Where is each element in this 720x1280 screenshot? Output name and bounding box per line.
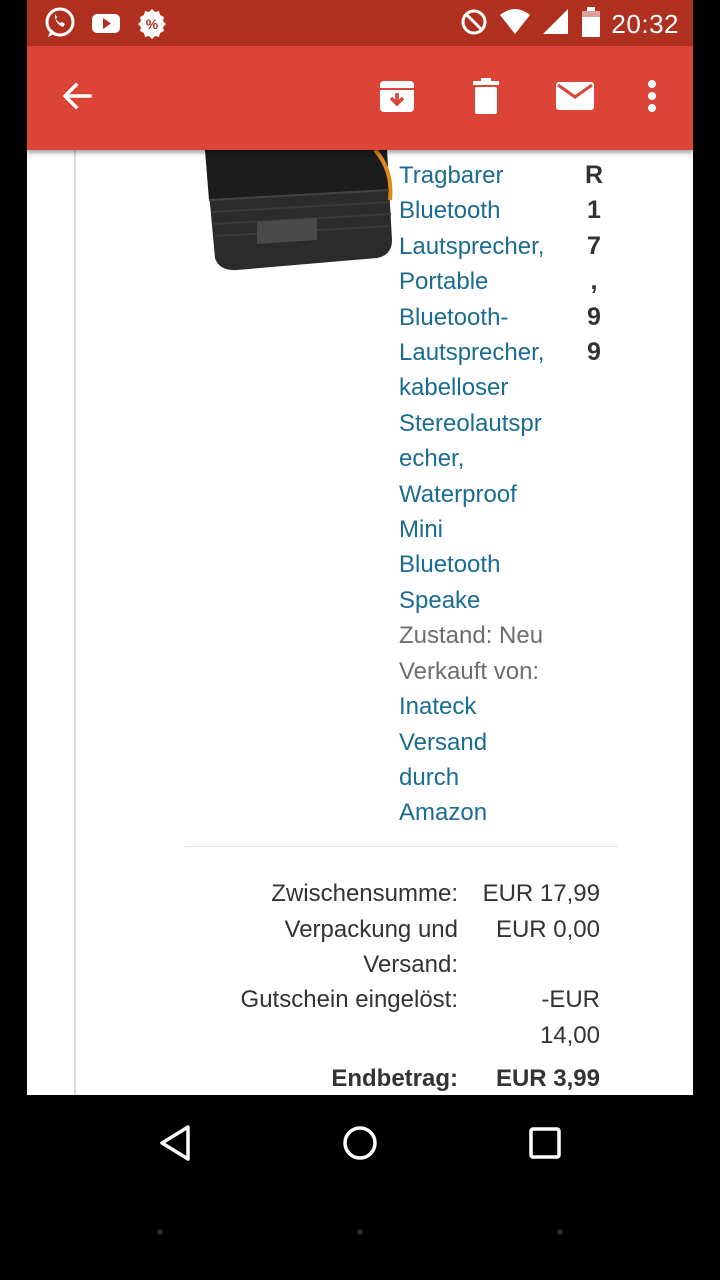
- back-button[interactable]: [51, 72, 103, 124]
- coupon-value: -EUR: [541, 986, 600, 1013]
- indicator-dot: [557, 1229, 563, 1235]
- email-body[interactable]: Tragbarer Bluetooth Lautsprecher, Portab…: [27, 150, 693, 1095]
- square-recents-icon: [528, 1126, 562, 1165]
- discount-app-icon: %: [135, 6, 169, 45]
- archive-icon: [378, 77, 416, 120]
- price-char: 9: [587, 302, 601, 331]
- product-title-line: kabelloser: [399, 374, 509, 402]
- cell-signal-icon: [541, 7, 571, 42]
- more-vert-icon: [647, 79, 657, 118]
- coupon-value: 14,00: [539, 1022, 600, 1049]
- indicator-dot: [157, 1229, 163, 1235]
- wifi-icon: [499, 7, 531, 42]
- price-char: 1: [587, 196, 601, 225]
- product-title-line: Tragbarer: [399, 162, 504, 189]
- product-title-line: echer,: [399, 445, 465, 473]
- status-bar: % 20:32: [27, 0, 693, 46]
- subtotal-label: Zwischensumme:: [271, 880, 458, 907]
- nav-back-button[interactable]: [147, 1117, 203, 1173]
- circle-home-icon: [341, 1124, 379, 1167]
- nav-home-button[interactable]: [332, 1117, 388, 1173]
- status-time: 20:32: [611, 9, 679, 39]
- shipping-line: Versand: [399, 728, 488, 756]
- app-toolbar: [27, 46, 693, 150]
- nav-recents-button[interactable]: [517, 1117, 573, 1173]
- product-info: Tragbarer Bluetooth Lautsprecher, Portab…: [399, 158, 574, 831]
- shipping-cost-value: EUR 0,00: [495, 916, 600, 943]
- delete-button[interactable]: [460, 72, 512, 124]
- svg-text:%: %: [146, 16, 159, 32]
- shipping-line: Amazon: [399, 799, 488, 827]
- arrow-left-icon: [60, 79, 94, 118]
- product-title-line: Speake: [399, 586, 481, 614]
- item-price: R 1 7 , 9 9: [582, 158, 606, 370]
- quote-border: [74, 150, 76, 1095]
- product-title-line: Lautsprecher,: [399, 232, 545, 260]
- product-title-link[interactable]: Tragbarer Bluetooth Lautsprecher, Portab…: [399, 158, 574, 618]
- product-title-line: Bluetooth-: [399, 303, 509, 331]
- indicator-dot: [357, 1229, 363, 1235]
- product-title-line: Bluetooth: [399, 197, 501, 225]
- do-not-disturb-icon: [459, 7, 489, 42]
- condition-text: Zustand: Neu: [399, 622, 544, 650]
- seller-link[interactable]: Inateck: [399, 689, 574, 724]
- product-title-line: Lautsprecher,: [399, 339, 545, 367]
- divider: [185, 846, 618, 847]
- total-value: EUR 3,99: [495, 1065, 600, 1092]
- product-title-line: Mini: [399, 516, 444, 544]
- total-label: Endbetrag:: [331, 1065, 458, 1092]
- navigation-bar: [0, 1095, 720, 1280]
- delete-icon: [469, 77, 503, 120]
- product-image[interactable]: [197, 150, 397, 290]
- sold-by-label: Verkauft von:: [399, 657, 540, 685]
- price-char: 7: [587, 231, 601, 260]
- shipping-link[interactable]: Versand durch Amazon: [399, 725, 574, 831]
- mark-unread-icon: [555, 80, 595, 117]
- triangle-back-icon: [157, 1123, 193, 1168]
- product-title-line: Stereolautspr: [399, 409, 542, 437]
- shipping-line: durch: [399, 763, 460, 791]
- shipping-cost-label: Versand:: [363, 951, 458, 978]
- product-title-line: Waterproof: [399, 480, 517, 508]
- archive-button[interactable]: [371, 72, 423, 124]
- product-title-line: Bluetooth: [399, 551, 501, 579]
- price-char: 9: [587, 337, 601, 366]
- shipping-cost-label: Verpackung und: [284, 916, 458, 943]
- subtotal-value: EUR 17,99: [482, 880, 600, 907]
- youtube-icon: [89, 6, 123, 45]
- battery-icon: [581, 6, 601, 43]
- price-char: R: [584, 161, 604, 189]
- more-options-button[interactable]: [626, 72, 678, 124]
- mark-unread-button[interactable]: [549, 72, 601, 124]
- coupon-label: Gutschein eingelöst:: [240, 986, 458, 1013]
- whatsapp-icon: [43, 6, 77, 45]
- product-title-line: Portable: [399, 268, 489, 296]
- price-char: ,: [590, 267, 598, 296]
